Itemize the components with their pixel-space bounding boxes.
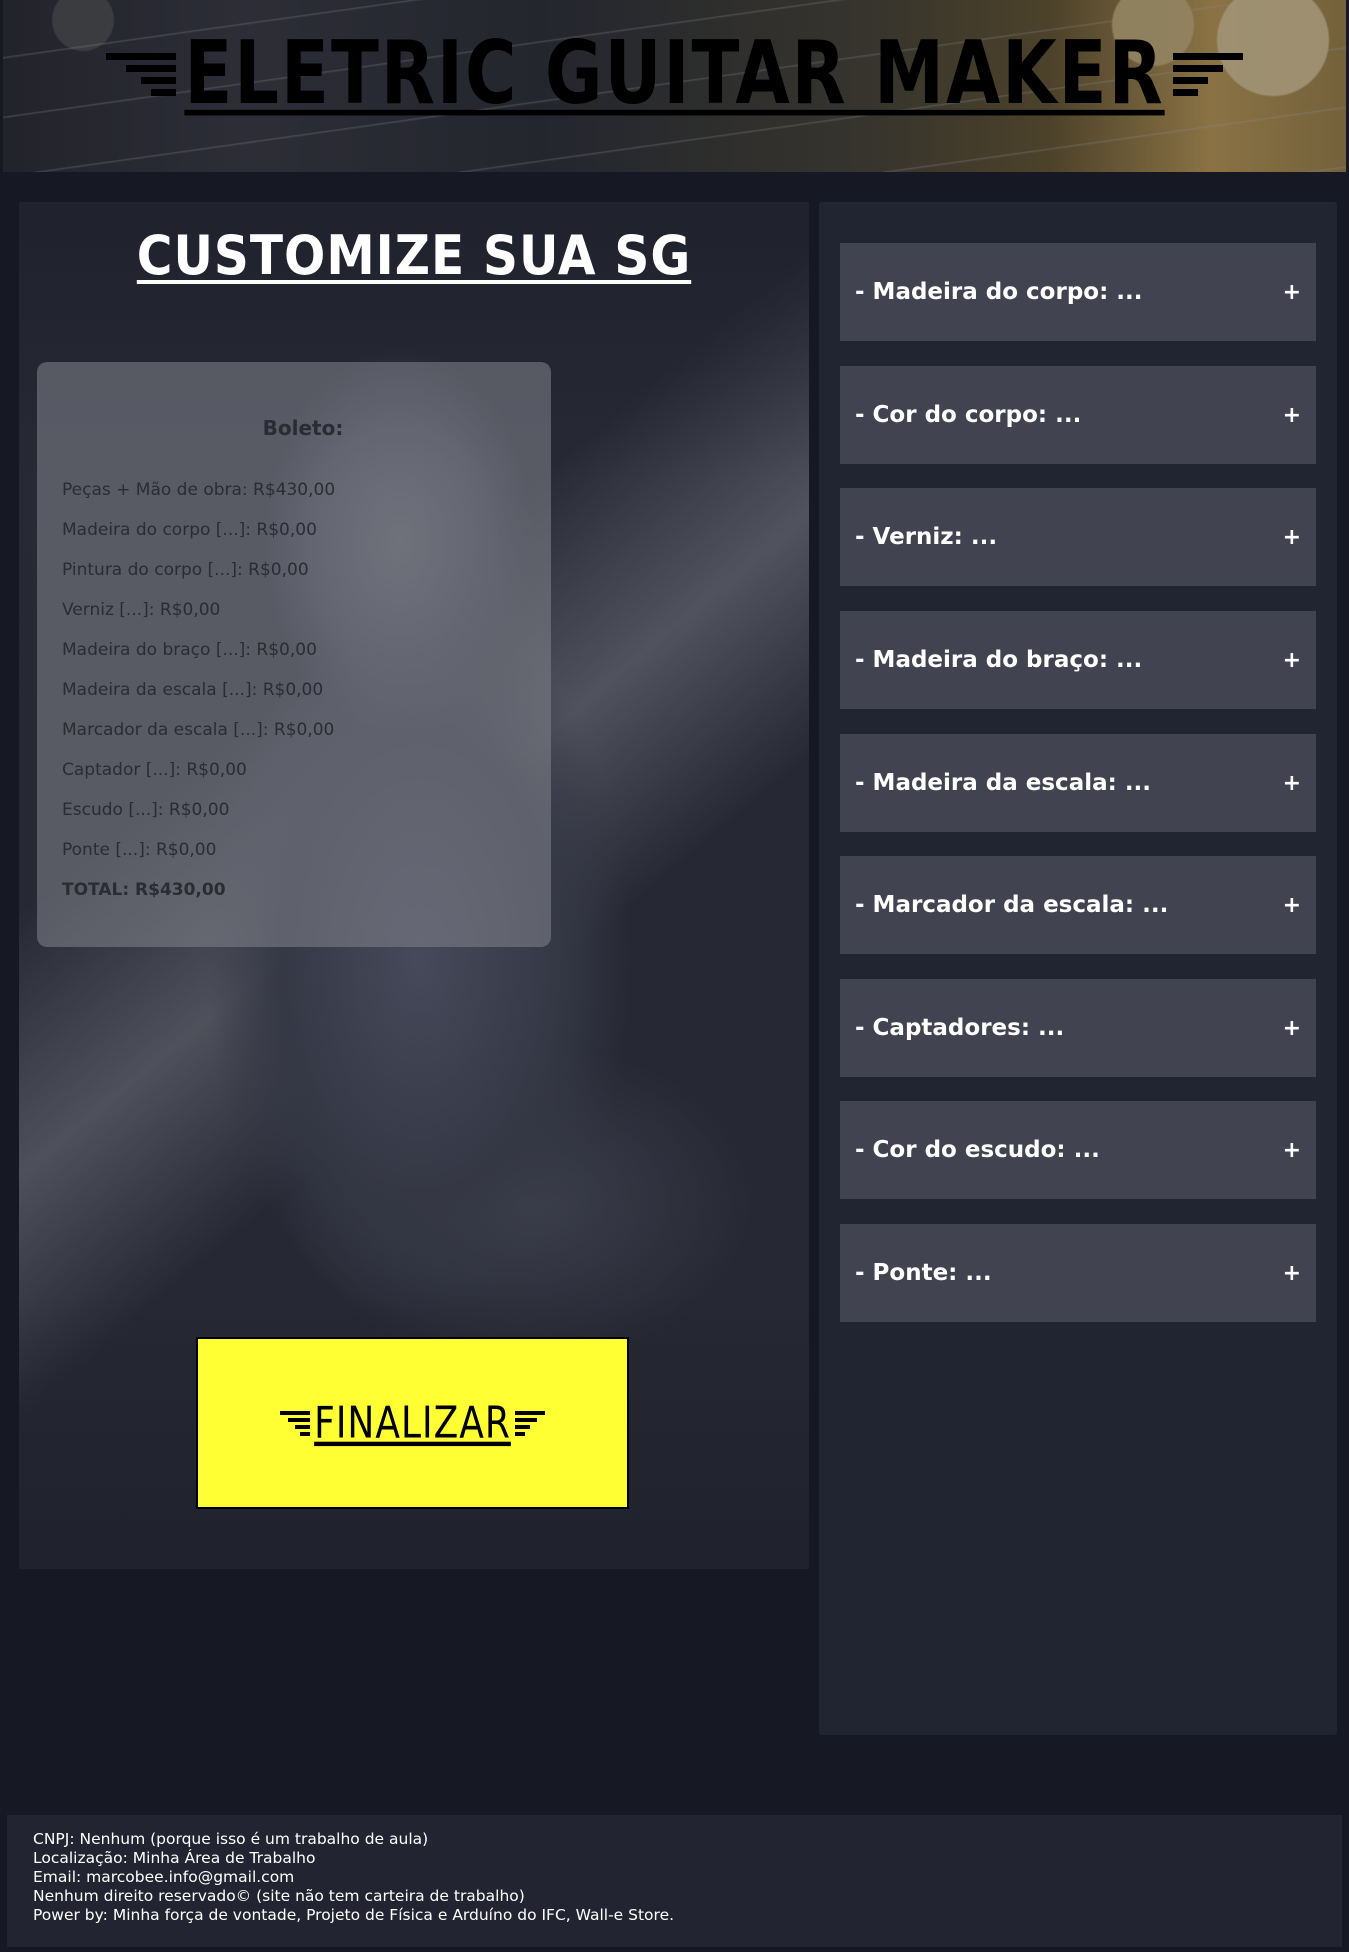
options-panel: - Madeira do corpo: ... + - Cor do corpo…: [819, 202, 1337, 1735]
footer-line: Nenhum direito reservado© (site não tem …: [33, 1887, 525, 1905]
logo-wing-right-icon: [1172, 52, 1243, 96]
expand-plus-icon[interactable]: +: [1283, 893, 1301, 918]
boleto-line: Verniz [...]: R$0,00: [62, 600, 221, 620]
footer-line: Localização: Minha Área de Trabalho: [33, 1849, 316, 1867]
site-logo[interactable]: ELETRIC GUITAR MAKER: [3, 23, 1346, 125]
page-title: CUSTOMIZE SUA SG: [136, 224, 692, 287]
expand-plus-icon[interactable]: +: [1283, 1138, 1301, 1163]
expand-plus-icon[interactable]: +: [1283, 280, 1301, 305]
boleto-line: Madeira do braço [...]: R$0,00: [62, 640, 317, 660]
option-marcador-escala[interactable]: - Marcador da escala: ... +: [840, 856, 1316, 954]
option-label: - Madeira da escala: ...: [855, 770, 1152, 796]
option-label: - Cor do escudo: ...: [855, 1137, 1100, 1163]
boleto-line: Escudo [...]: R$0,00: [62, 800, 230, 820]
finalizar-button[interactable]: FINALIZAR: [196, 1337, 629, 1509]
expand-plus-icon[interactable]: +: [1283, 525, 1301, 550]
option-madeira-braco[interactable]: - Madeira do braço: ... +: [840, 611, 1316, 709]
expand-plus-icon[interactable]: +: [1283, 1261, 1301, 1286]
expand-plus-icon[interactable]: +: [1283, 1016, 1301, 1041]
option-label: - Marcador da escala: ...: [855, 892, 1169, 918]
option-label: - Cor do corpo: ...: [855, 402, 1082, 428]
footer-line: CNPJ: Nenhum (porque isso é um trabalho …: [33, 1830, 429, 1848]
option-verniz[interactable]: - Verniz: ... +: [840, 488, 1316, 586]
boleto-line: Pintura do corpo [...]: R$0,00: [62, 560, 309, 580]
boleto-line: Ponte [...]: R$0,00: [62, 840, 217, 860]
boleto-line: Captador [...]: R$0,00: [62, 760, 247, 780]
boleto-line: Peças + Mão de obra: R$430,00: [62, 480, 336, 500]
finalizar-wing-right-icon: [514, 1410, 545, 1436]
option-cor-corpo[interactable]: - Cor do corpo: ... +: [840, 366, 1316, 464]
option-ponte[interactable]: - Ponte: ... +: [840, 1224, 1316, 1322]
option-madeira-escala[interactable]: - Madeira da escala: ... +: [840, 734, 1316, 832]
boleto-line: Madeira do corpo [...]: R$0,00: [62, 520, 317, 540]
expand-plus-icon[interactable]: +: [1283, 648, 1301, 673]
finalizar-label: FINALIZAR: [314, 1397, 511, 1449]
option-label: - Ponte: ...: [855, 1260, 992, 1286]
customize-panel: CUSTOMIZE SUA SG Boleto: Peças + Mão de …: [19, 202, 809, 1569]
option-cor-escudo[interactable]: - Cor do escudo: ... +: [840, 1101, 1316, 1199]
option-madeira-corpo[interactable]: - Madeira do corpo: ... +: [840, 243, 1316, 341]
logo-wing-left-icon: [106, 52, 177, 96]
option-label: - Verniz: ...: [855, 524, 998, 550]
header-banner: ELETRIC GUITAR MAKER: [3, 0, 1346, 172]
footer-email[interactable]: Email: marcobee.info@gmail.com: [33, 1868, 1316, 1887]
boleto-line: Marcador da escala [...]: R$0,00: [62, 720, 335, 740]
logo-text: ELETRIC GUITAR MAKER: [184, 23, 1165, 125]
option-label: - Madeira do braço: ...: [855, 647, 1143, 673]
boleto-total: TOTAL: R$430,00: [62, 880, 226, 900]
finalizar-wing-left-icon: [280, 1410, 311, 1436]
boleto-lines: Peças + Mão de obra: R$430,00 Madeira do…: [62, 470, 335, 910]
option-captadores[interactable]: - Captadores: ... +: [840, 979, 1316, 1077]
option-label: - Captadores: ...: [855, 1015, 1065, 1041]
boleto-line: Madeira da escala [...]: R$0,00: [62, 680, 324, 700]
option-label: - Madeira do corpo: ...: [855, 279, 1143, 305]
footer: CNPJ: Nenhum (porque isso é um trabalho …: [7, 1815, 1342, 1947]
footer-line: Power by: Minha força de vontade, Projet…: [33, 1906, 675, 1924]
boleto-card: Boleto: Peças + Mão de obra: R$430,00 Ma…: [37, 362, 551, 947]
expand-plus-icon[interactable]: +: [1283, 403, 1301, 428]
expand-plus-icon[interactable]: +: [1283, 771, 1301, 796]
boleto-title: Boleto:: [262, 416, 344, 440]
